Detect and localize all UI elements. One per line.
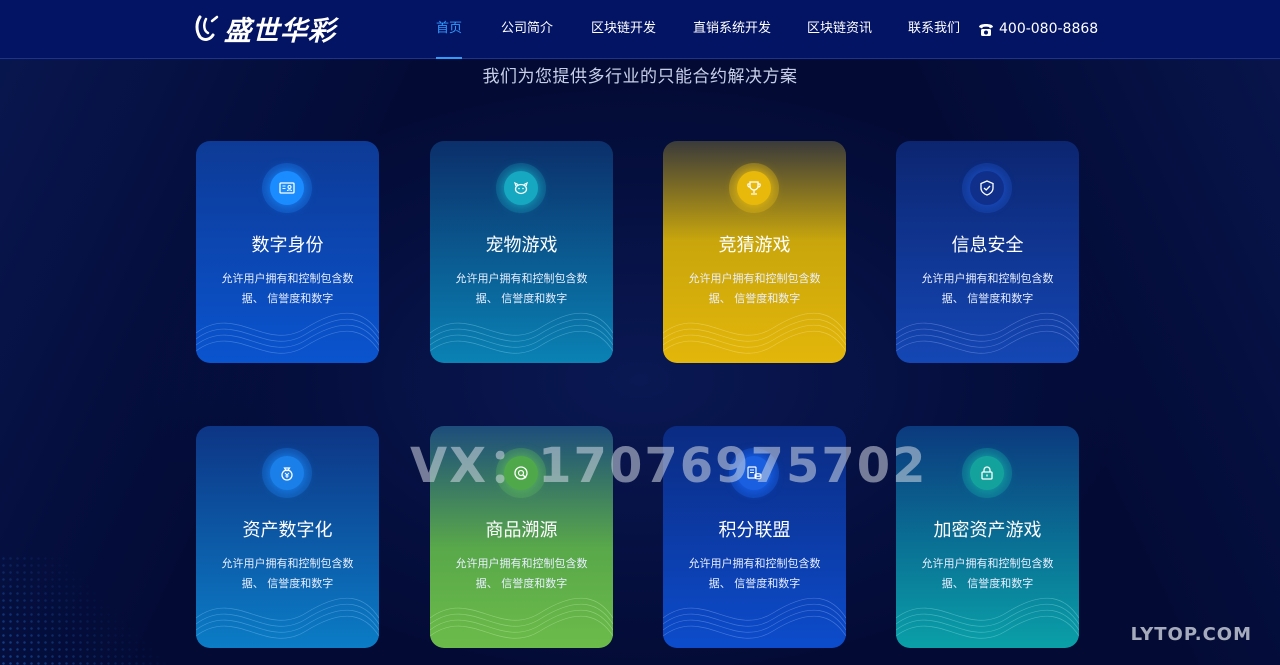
- card-description: 允许用户拥有和控制包含数据、 信誉度和数字: [221, 557, 354, 590]
- nav-item-about[interactable]: 公司简介: [501, 0, 553, 59]
- card-title: 加密资产游戏: [933, 520, 1042, 541]
- section-subtitle: 我们为您提供多行业的只能合约解决方案: [482, 67, 798, 87]
- id-card-icon: [279, 182, 295, 194]
- card-title: 商品溯源: [485, 520, 558, 541]
- dot-pattern-decoration: [0, 555, 180, 665]
- pet-icon: [513, 181, 529, 195]
- icon-ring: [729, 163, 779, 213]
- page-background: [0, 0, 1280, 665]
- card-title: 宠物游戏: [485, 235, 558, 256]
- coins-icon: [747, 466, 762, 480]
- icon-core: [970, 171, 1004, 205]
- card-description: 允许用户拥有和控制包含数据、 信誉度和数字: [455, 272, 588, 305]
- trophy-icon: [747, 181, 761, 195]
- icon-ring: [496, 163, 546, 213]
- card-crypto-asset-game[interactable]: 加密资产游戏 允许用户拥有和控制包含数据、 信誉度和数字: [896, 426, 1079, 648]
- card-information-security[interactable]: 信息安全 允许用户拥有和控制包含数据、 信誉度和数字: [896, 141, 1079, 363]
- shield-check-icon: [980, 180, 994, 196]
- card-title: 信息安全: [951, 235, 1024, 256]
- card-title: 积分联盟: [718, 520, 791, 541]
- icon-core: [970, 456, 1004, 490]
- card-description: 允许用户拥有和控制包含数据、 信誉度和数字: [688, 272, 821, 305]
- icon-ring: [496, 448, 546, 498]
- telephone-icon: [979, 23, 993, 36]
- nav-item-blockchain-news[interactable]: 区块链资讯: [807, 0, 872, 59]
- card-product-traceability[interactable]: 商品溯源 允许用户拥有和控制包含数据、 信誉度和数字: [430, 426, 613, 648]
- icon-core: [504, 456, 538, 490]
- card-pet-game[interactable]: 宠物游戏 允许用户拥有和控制包含数据、 信誉度和数字: [430, 141, 613, 363]
- card-description: 允许用户拥有和控制包含数据、 信誉度和数字: [688, 557, 821, 590]
- icon-ring: [729, 448, 779, 498]
- card-quiz-game[interactable]: 竞猜游戏 允许用户拥有和控制包含数据、 信誉度和数字: [663, 141, 846, 363]
- icon-core: [737, 171, 771, 205]
- nav-item-home[interactable]: 首页: [436, 0, 463, 59]
- nav-item-contact[interactable]: 联系我们: [908, 0, 960, 59]
- icon-core: [504, 171, 538, 205]
- phone-contact[interactable]: 400-080-8868: [977, 0, 1098, 59]
- logo-text: 盛世华彩: [224, 15, 336, 47]
- logo-icon: [195, 15, 219, 41]
- card-digital-identity[interactable]: 数字身份 允许用户拥有和控制包含数据、 信誉度和数字: [196, 141, 379, 363]
- phone-number: 400-080-8868: [999, 21, 1099, 37]
- card-description: 允许用户拥有和控制包含数据、 信誉度和数字: [221, 272, 354, 305]
- icon-core: [270, 171, 304, 205]
- money-bag-icon: [281, 467, 293, 481]
- icon-core: [737, 456, 771, 490]
- site-logo[interactable]: 盛世华彩: [194, 10, 336, 47]
- nav-item-blockchain-dev[interactable]: 区块链开发: [591, 0, 656, 59]
- card-description: 允许用户拥有和控制包含数据、 信誉度和数字: [455, 557, 588, 590]
- site-watermark: LYTOP.COM: [1130, 624, 1252, 645]
- icon-ring: [262, 448, 312, 498]
- lock-icon: [981, 466, 993, 480]
- icon-ring: [262, 163, 312, 213]
- icon-ring: [962, 448, 1012, 498]
- trace-icon: [514, 466, 528, 480]
- site-header: 盛世华彩 首页 公司简介 区块链开发 直销系统开发 区块链资讯 联系我们 400…: [0, 0, 1280, 59]
- nav-item-direct-sales-dev[interactable]: 直销系统开发: [693, 0, 771, 59]
- card-points-alliance[interactable]: 积分联盟 允许用户拥有和控制包含数据、 信誉度和数字: [663, 426, 846, 648]
- card-title: 数字身份: [251, 235, 324, 256]
- card-title: 竞猜游戏: [718, 235, 791, 256]
- card-title: 资产数字化: [242, 520, 333, 541]
- card-asset-digitization[interactable]: 资产数字化 允许用户拥有和控制包含数据、 信誉度和数字: [196, 426, 379, 648]
- icon-ring: [962, 163, 1012, 213]
- card-description: 允许用户拥有和控制包含数据、 信誉度和数字: [921, 272, 1054, 305]
- icon-core: [270, 456, 304, 490]
- card-description: 允许用户拥有和控制包含数据、 信誉度和数字: [921, 557, 1054, 590]
